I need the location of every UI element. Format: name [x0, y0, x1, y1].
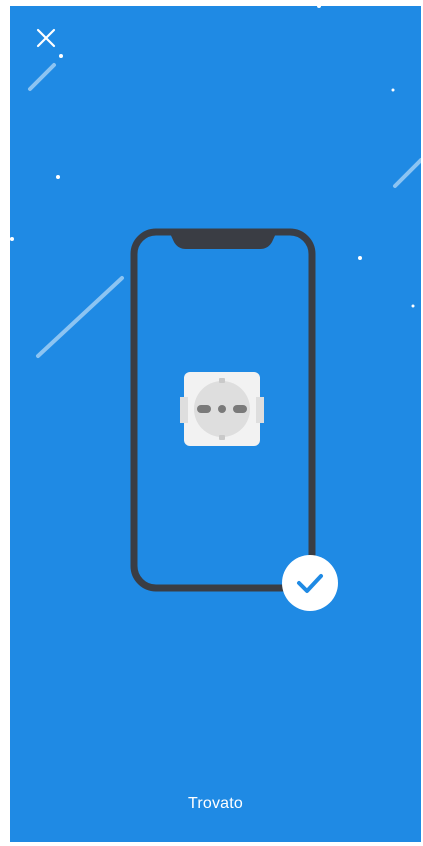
device-found-screen: Trovato	[10, 6, 421, 842]
status-label: Trovato	[187, 795, 244, 812]
checkmark-icon	[297, 574, 323, 593]
phone-notch	[168, 229, 278, 249]
power-socket-icon	[180, 372, 264, 446]
success-badge	[282, 555, 338, 611]
phone-illustration	[130, 228, 316, 592]
